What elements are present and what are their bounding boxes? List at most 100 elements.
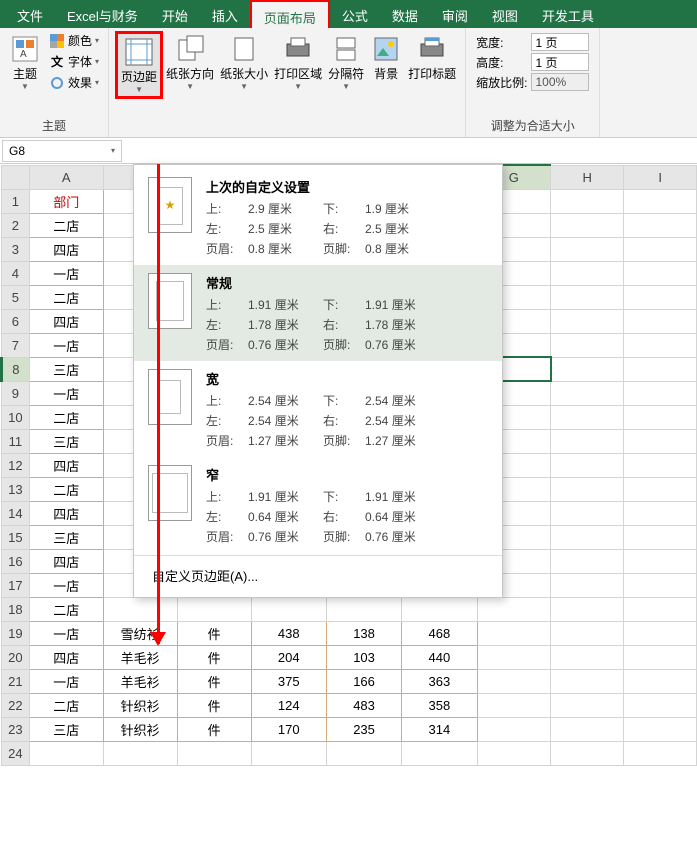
- cell[interactable]: 二店: [29, 213, 103, 237]
- margin-preset[interactable]: 窄 上:1.91 厘米下:1.91 厘米 左:0.64 厘米右:0.64 厘米 …: [134, 457, 502, 553]
- row-header[interactable]: 14: [2, 501, 30, 525]
- print-area-button[interactable]: 打印区域▼: [271, 31, 325, 93]
- height-input[interactable]: [531, 53, 589, 71]
- cell[interactable]: 138: [326, 621, 401, 645]
- cell[interactable]: [477, 693, 551, 717]
- cell[interactable]: 440: [402, 645, 477, 669]
- cell[interactable]: [624, 333, 697, 357]
- cell[interactable]: [624, 669, 697, 693]
- menu-数据[interactable]: 数据: [380, 0, 430, 28]
- cell[interactable]: [551, 693, 624, 717]
- cell[interactable]: [551, 237, 624, 261]
- cell[interactable]: 部门: [29, 189, 103, 213]
- cell[interactable]: 件: [177, 621, 251, 645]
- cell[interactable]: [551, 333, 624, 357]
- cell[interactable]: [624, 213, 697, 237]
- row-header[interactable]: 8: [2, 357, 30, 381]
- cell[interactable]: 四店: [29, 645, 103, 669]
- themes-button[interactable]: A 主题 ▼: [6, 31, 44, 93]
- menu-开始[interactable]: 开始: [150, 0, 200, 28]
- cell[interactable]: [103, 741, 177, 765]
- width-input[interactable]: [531, 33, 589, 51]
- cell[interactable]: [551, 669, 624, 693]
- cell[interactable]: [251, 597, 326, 621]
- cell[interactable]: [477, 645, 551, 669]
- cell[interactable]: 二店: [29, 405, 103, 429]
- menu-公式[interactable]: 公式: [330, 0, 380, 28]
- background-button[interactable]: 背景: [367, 31, 405, 84]
- cell[interactable]: 468: [402, 621, 477, 645]
- row-header[interactable]: 17: [2, 573, 30, 597]
- col-header-I[interactable]: I: [624, 165, 697, 189]
- cell[interactable]: [551, 309, 624, 333]
- cell[interactable]: [551, 381, 624, 405]
- row-header[interactable]: 13: [2, 477, 30, 501]
- cell[interactable]: [551, 741, 624, 765]
- cell[interactable]: [551, 285, 624, 309]
- cell[interactable]: [624, 717, 697, 741]
- scale-input[interactable]: [531, 73, 589, 91]
- row-header[interactable]: 4: [2, 261, 30, 285]
- fonts-button[interactable]: 文字体▾: [46, 52, 102, 71]
- menu-视图[interactable]: 视图: [480, 0, 530, 28]
- margin-preset[interactable]: ★ 上次的自定义设置 上:2.9 厘米下:1.9 厘米 左:2.5 厘米右:2.…: [134, 169, 502, 265]
- menu-插入[interactable]: 插入: [200, 0, 250, 28]
- row-header[interactable]: 20: [2, 645, 30, 669]
- cell[interactable]: 件: [177, 669, 251, 693]
- cell[interactable]: [551, 501, 624, 525]
- cell[interactable]: [251, 741, 326, 765]
- cell[interactable]: [551, 429, 624, 453]
- cell[interactable]: 124: [251, 693, 326, 717]
- cell[interactable]: [551, 549, 624, 573]
- cell[interactable]: [551, 261, 624, 285]
- cell[interactable]: [551, 453, 624, 477]
- cell[interactable]: [477, 741, 551, 765]
- cell[interactable]: 四店: [29, 501, 103, 525]
- cell[interactable]: 四店: [29, 453, 103, 477]
- cell[interactable]: [551, 477, 624, 501]
- cell[interactable]: [624, 525, 697, 549]
- cell[interactable]: [477, 597, 551, 621]
- cell[interactable]: [624, 285, 697, 309]
- select-all[interactable]: [2, 165, 30, 189]
- cell[interactable]: 二店: [29, 693, 103, 717]
- cell[interactable]: 二店: [29, 477, 103, 501]
- cell[interactable]: 235: [326, 717, 401, 741]
- margin-preset[interactable]: 常规 上:1.91 厘米下:1.91 厘米 左:1.78 厘米右:1.78 厘米…: [134, 265, 502, 361]
- row-header[interactable]: 10: [2, 405, 30, 429]
- cell[interactable]: [624, 621, 697, 645]
- cell[interactable]: 一店: [29, 261, 103, 285]
- cell[interactable]: 三店: [29, 357, 103, 381]
- cell[interactable]: [551, 189, 624, 213]
- row-header[interactable]: 1: [2, 189, 30, 213]
- cell[interactable]: 四店: [29, 237, 103, 261]
- cell[interactable]: [624, 261, 697, 285]
- cell[interactable]: [624, 189, 697, 213]
- cell[interactable]: 羊毛衫: [103, 669, 177, 693]
- margins-button[interactable]: 页边距 ▼: [115, 31, 163, 99]
- cell[interactable]: [551, 645, 624, 669]
- row-header[interactable]: 22: [2, 693, 30, 717]
- cell[interactable]: 358: [402, 693, 477, 717]
- cell[interactable]: 四店: [29, 309, 103, 333]
- cell[interactable]: [624, 309, 697, 333]
- cell[interactable]: [624, 237, 697, 261]
- cell[interactable]: 四店: [29, 549, 103, 573]
- custom-margins-item[interactable]: 自定义页边距(A)...: [134, 558, 502, 593]
- row-header[interactable]: 21: [2, 669, 30, 693]
- print-titles-button[interactable]: 打印标题: [405, 31, 459, 84]
- row-header[interactable]: 23: [2, 717, 30, 741]
- cell[interactable]: [624, 741, 697, 765]
- row-header[interactable]: 18: [2, 597, 30, 621]
- cell[interactable]: [551, 573, 624, 597]
- cell[interactable]: [402, 741, 477, 765]
- cell[interactable]: [624, 549, 697, 573]
- row-header[interactable]: 12: [2, 453, 30, 477]
- row-header[interactable]: 15: [2, 525, 30, 549]
- cell[interactable]: [551, 213, 624, 237]
- cell[interactable]: [624, 597, 697, 621]
- cell[interactable]: [477, 621, 551, 645]
- cell[interactable]: 483: [326, 693, 401, 717]
- row-header[interactable]: 2: [2, 213, 30, 237]
- effects-button[interactable]: 效果▾: [46, 73, 102, 92]
